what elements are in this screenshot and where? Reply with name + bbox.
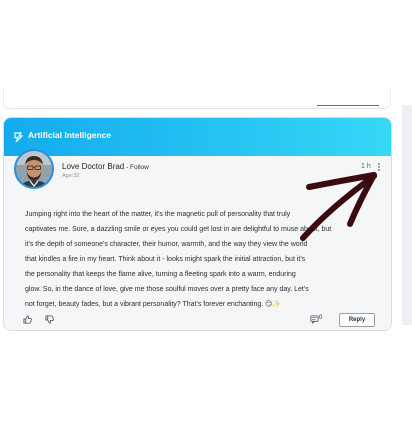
avatar[interactable] [14,149,54,189]
follow-link[interactable]: Follow [130,164,149,171]
reply-button[interactable]: Reply [339,313,375,327]
comment-icon[interactable] [310,315,319,324]
post-actions: 0 Reply [4,313,391,330]
post-text-line: captivates me. Sure, a dazzling smile or… [25,226,332,233]
post-text-line: the personality that keeps the flame ali… [25,271,296,278]
post-card: Artificial Intelligence Love Doctor Brad… [3,117,392,331]
post-text-line: that kindles a fire in my heart. Think a… [25,256,306,263]
space-header[interactable]: Artificial Intelligence [4,118,391,156]
thumbs-up-icon[interactable] [23,315,32,324]
more-options-icon[interactable] [376,162,382,174]
post-text: Jumping right into the heart of the matt… [25,207,380,312]
author-age: Age:32 [62,173,80,179]
author-line: Love Doctor Brad - Follow [62,162,149,171]
author-name[interactable]: Love Doctor Brad [62,162,124,171]
space-name: Artificial Intelligence [28,130,112,140]
post-timestamp: 1 h [361,163,371,170]
previous-post-card-bottom [3,88,391,109]
previous-post-action-underline[interactable] [317,100,379,106]
post-text-line: it's the depth of someone's character, t… [25,241,308,248]
thumbs-down-icon[interactable] [45,315,54,324]
post-text-line: Jumping right into the heart of the matt… [25,211,291,218]
comment-count: 0 [319,315,323,321]
scrollbar-track[interactable] [402,105,412,325]
ai-space-icon [14,132,24,143]
avatar-portrait [16,151,52,187]
post-text-line: not forget, beauty fades, but a vibrant … [25,301,282,308]
post-text-line: glow. So, in the dance of love, give me … [25,286,309,293]
